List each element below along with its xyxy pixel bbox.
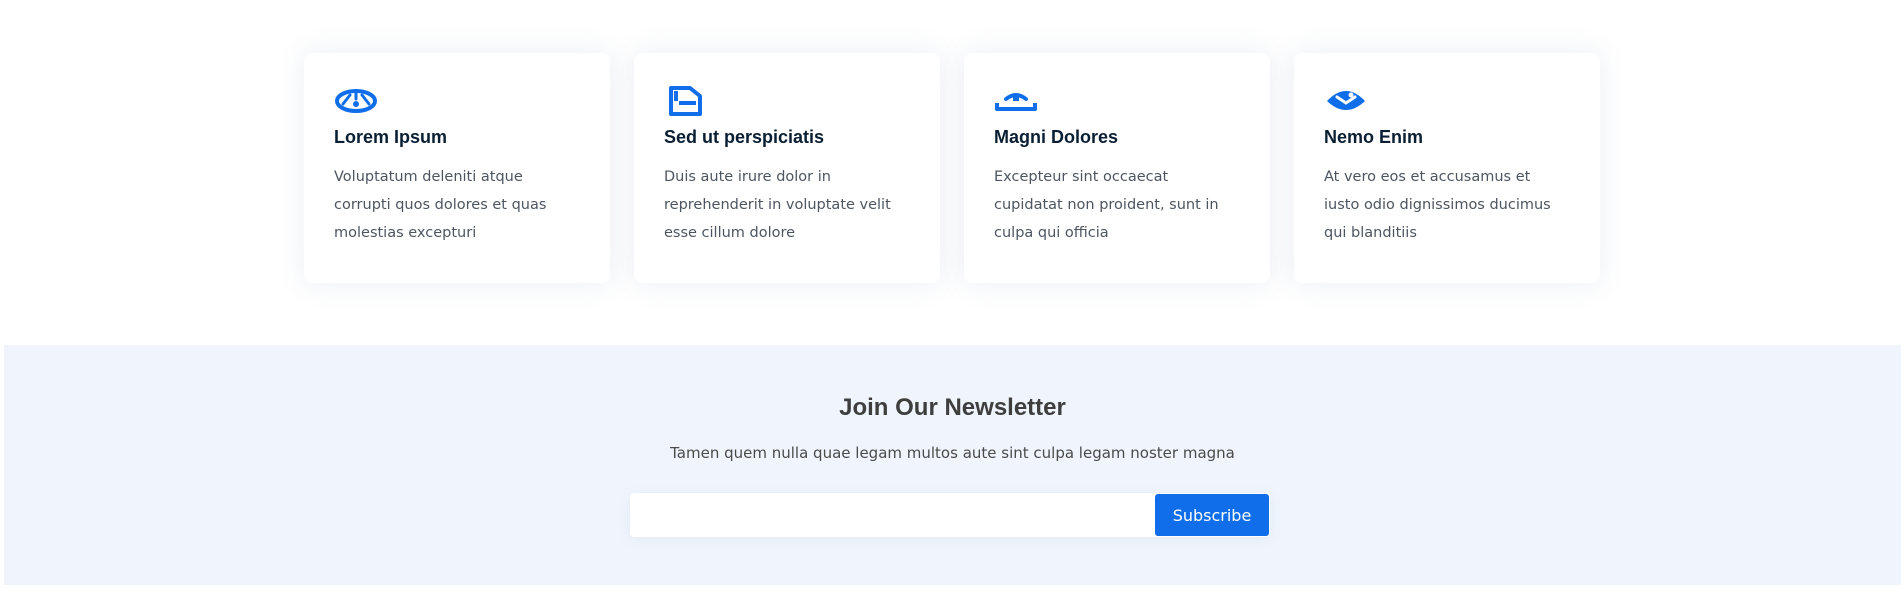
feature-card-magni-dolores: Magni Dolores Excepteur sint occaecat cu… (964, 53, 1270, 283)
newsletter-section: Join Our Newsletter Tamen quem nulla qua… (4, 345, 1901, 585)
tachometer-icon (994, 83, 1038, 119)
email-input[interactable] (630, 493, 1155, 537)
features-section: Lorem Ipsum Voluptatum deleniti atque co… (0, 0, 1904, 344)
feature-card-title: Lorem Ipsum (334, 127, 448, 147)
feature-card-title: Magni Dolores (994, 127, 1119, 147)
eye-outline-icon (334, 83, 378, 119)
feature-card-title: Nemo Enim (1324, 127, 1424, 147)
feature-card-text: At vero eos et accusamus et iusto odio d… (1324, 169, 1551, 241)
newsletter-form: Subscribe (630, 493, 1270, 537)
newsletter-subtitle: Tamen quem nulla quae legam multos aute … (670, 444, 1235, 462)
newsletter-title: Join Our Newsletter (839, 394, 1066, 421)
feature-card-nemo-enim: Nemo Enim At vero eos et accusamus et iu… (1294, 53, 1600, 283)
feature-card-title: Sed ut perspiciatis (664, 127, 825, 147)
feature-card-lorem-ipsum: Lorem Ipsum Voluptatum deleniti atque co… (304, 53, 610, 283)
subscribe-button[interactable]: Subscribe (1155, 494, 1269, 536)
feature-card-sed-ut-perspiciatis: Sed ut perspiciatis Duis aute irure dolo… (634, 53, 940, 283)
world-eye-icon (1324, 83, 1368, 119)
feature-card-text: Voluptatum deleniti atque corrupti quos … (334, 169, 547, 241)
page: Lorem Ipsum Voluptatum deleniti atque co… (0, 0, 1904, 594)
feature-cards: Lorem Ipsum Voluptatum deleniti atque co… (304, 53, 1600, 283)
feature-card-text: Duis aute irure dolor in reprehenderit i… (664, 169, 891, 241)
file-icon (664, 83, 708, 119)
feature-card-text: Excepteur sint occaecat cupidatat non pr… (994, 169, 1219, 241)
